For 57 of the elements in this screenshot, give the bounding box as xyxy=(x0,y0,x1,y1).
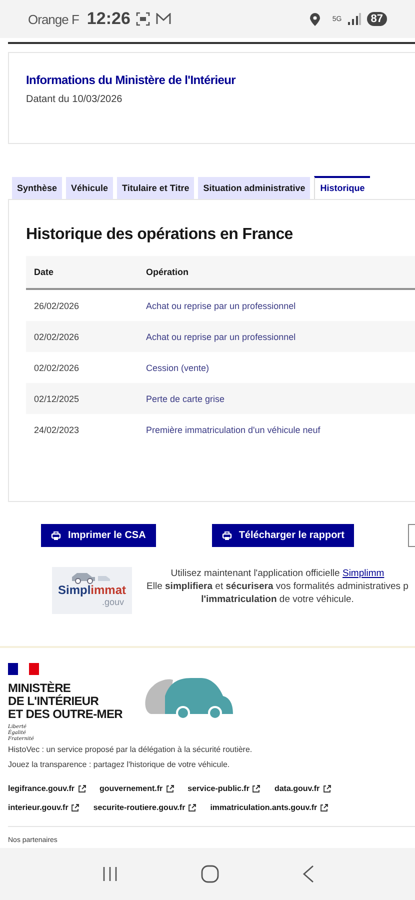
flag-icon xyxy=(8,663,39,675)
card-date: Datant du 10/03/2026 xyxy=(26,94,124,105)
operation-cell-text: Perte de carte grise xyxy=(146,394,226,404)
column-header: Opération xyxy=(146,267,190,277)
footer-link[interactable]: immatriculation.ants.gouv.fr xyxy=(210,803,328,812)
operation-cell-text: Première immatriculation d'un véhicule neuf xyxy=(146,424,322,434)
battery-level: 87 xyxy=(366,12,387,26)
footer-description: HistoVec : un service proposé par la délégation à la sécurité routière. xyxy=(8,744,254,756)
promo-text: Elle simplifiera et sécurisera vos formalités administratives p xyxy=(146,580,408,593)
date-cell-text: 02/02/2026 xyxy=(33,362,80,372)
external-link-icon xyxy=(322,784,331,792)
date-cell-text: 02/12/2025 xyxy=(33,394,80,404)
recent-apps-icon[interactable] xyxy=(102,866,118,882)
footer-description: Jouez la transparence : partagez l'historique de votre véhicule. xyxy=(8,759,231,771)
back-icon[interactable] xyxy=(302,865,314,883)
operation-cell-text: Achat ou reprise par un professionnel xyxy=(146,300,297,310)
print-button[interactable]: Télécharger le rapport xyxy=(212,524,354,547)
footer-link[interactable]: interieur.gouv.fr xyxy=(8,803,80,812)
external-link-icon xyxy=(71,804,80,812)
location-icon xyxy=(310,12,320,26)
printer-icon xyxy=(222,530,232,540)
tab[interactable]: Situation administrative xyxy=(198,177,310,199)
promo-text: l'immatriculation de votre véhicule. xyxy=(201,593,354,606)
signal-icon xyxy=(348,13,361,25)
date-cell-text: 24/02/2023 xyxy=(33,424,80,434)
tab[interactable]: Synthèse xyxy=(12,177,62,199)
ministry-name: MINISTÈRE DE L'INTÉRIEUR ET DES OUTRE-MER xyxy=(8,682,123,721)
app-link[interactable]: Simplimm xyxy=(342,568,384,579)
footer-link[interactable]: securite-routiere.gouv.fr xyxy=(93,803,196,812)
column-header: Date xyxy=(33,267,55,277)
tab[interactable]: Historique xyxy=(314,176,370,199)
section-title: Historique des opérations en France xyxy=(26,226,294,244)
date-cell-text: 02/02/2026 xyxy=(33,332,80,342)
footer-link[interactable]: data.gouv.fr xyxy=(274,784,331,793)
clock-time: 12:26 xyxy=(86,9,130,29)
tab[interactable]: Titulaire et Titre xyxy=(117,177,194,199)
tab[interactable]: Véhicule xyxy=(66,177,114,199)
external-link-icon xyxy=(320,804,328,812)
print-button[interactable]: Imprimer le CSA xyxy=(41,524,156,547)
footer-link[interactable]: legifrance.gouv.fr xyxy=(8,784,86,793)
external-link-icon xyxy=(188,804,196,812)
date-cell-text: 26/02/2026 xyxy=(33,300,80,310)
external-link-icon xyxy=(166,784,174,792)
promo-text: Utilisez maintenant l'application officielle xyxy=(170,568,341,579)
operation-cell-text: Cession (vente) xyxy=(146,362,210,372)
operation-cell-text: Achat ou reprise par un professionnel xyxy=(146,332,297,342)
footer-link[interactable]: service-public.fr xyxy=(188,784,260,793)
app-logo: Simplimmat .gouv xyxy=(52,567,132,614)
home-icon[interactable] xyxy=(200,865,218,883)
external-link-icon xyxy=(252,784,260,792)
mail-icon xyxy=(156,13,172,25)
carrier-name: Orange F xyxy=(28,12,79,26)
card-title: Informations du Ministère de l'Intérieur xyxy=(26,73,237,87)
printer-icon xyxy=(51,530,61,540)
footer-link[interactable]: gouvernement.fr xyxy=(100,784,174,793)
external-link-icon xyxy=(78,784,86,792)
screenshot-icon xyxy=(136,12,150,26)
